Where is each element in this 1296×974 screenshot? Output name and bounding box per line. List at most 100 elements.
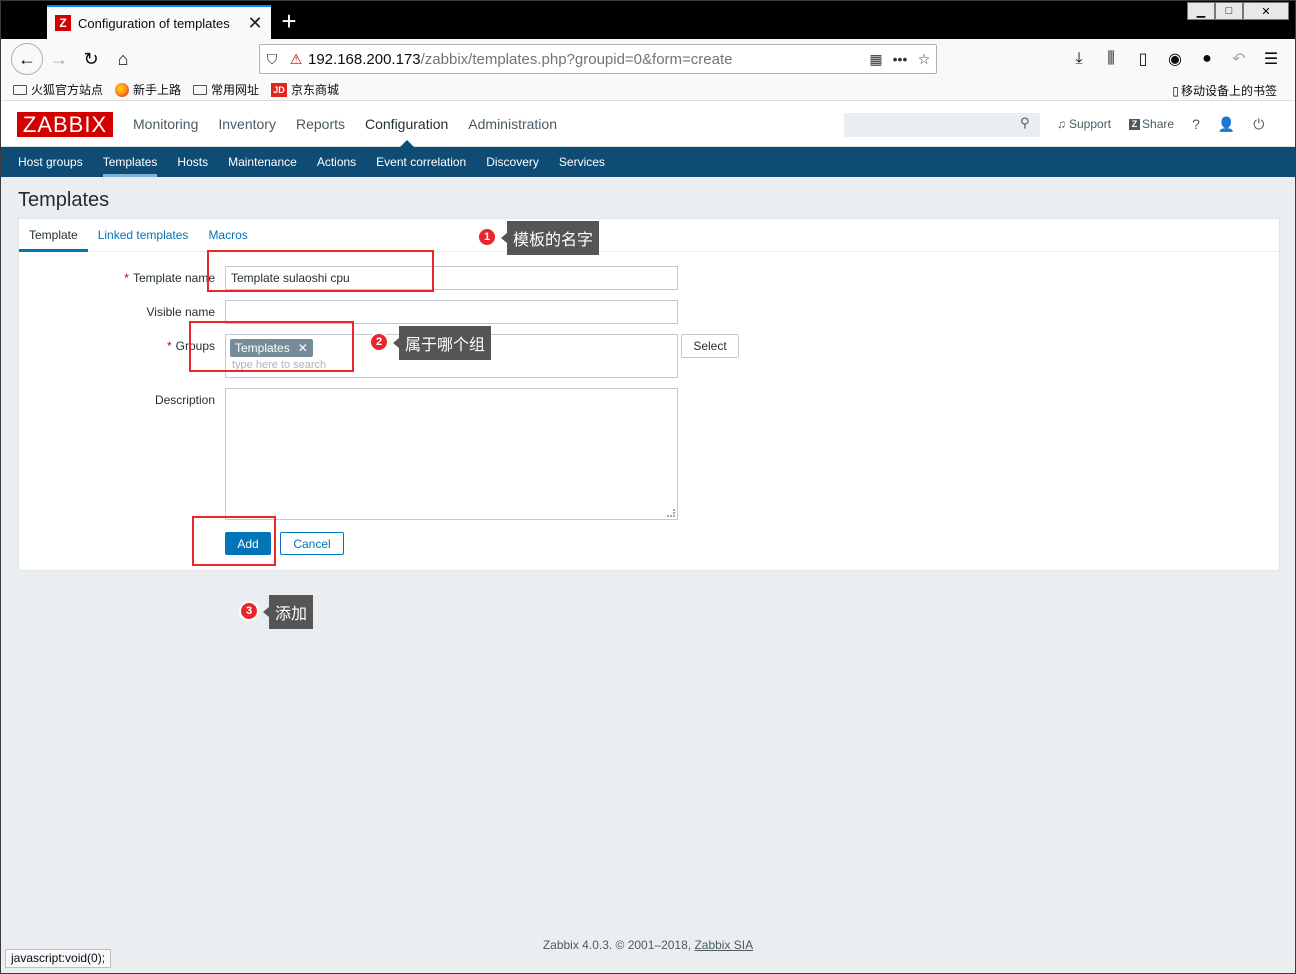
sub-menu-discovery[interactable]: Discovery	[476, 147, 549, 177]
url-host: 192.168.200.173	[308, 50, 421, 68]
support-link[interactable]: ♫ Support	[1057, 117, 1111, 131]
annotation-box-template-name	[207, 250, 434, 292]
shield-icon[interactable]: ⛉	[260, 51, 284, 68]
description-textarea[interactable]	[225, 388, 678, 520]
sub-menu-services[interactable]: Services	[549, 147, 615, 177]
select-groups-button[interactable]: Select	[681, 334, 739, 358]
bookmarks-toolbar: 火狐官方站点 新手上路 常用网址 JD 京东商城 ▯ 移动设备上的书签	[1, 79, 1295, 101]
folder-icon	[193, 84, 208, 95]
bookmark-item[interactable]: 常用网址	[193, 81, 259, 98]
toolbar-right: ⤓ ⫼ ▯ ◉ ● ↶ ☰	[1063, 43, 1287, 75]
share-link[interactable]: Z Share	[1129, 117, 1174, 131]
zabbix-logo[interactable]: ZABBIX	[17, 112, 113, 137]
tab-close-icon[interactable]: ✕	[247, 14, 263, 32]
template-name-label-text: Template name	[132, 271, 215, 285]
jd-logo-icon: JD	[271, 82, 288, 97]
page-actions-ellipsis-icon[interactable]: •••	[888, 51, 912, 67]
bookmark-item[interactable]: 新手上路	[115, 81, 181, 98]
undo-icon[interactable]: ↶	[1223, 43, 1255, 75]
sub-menu-hosts[interactable]: Hosts	[167, 147, 218, 177]
template-name-label: * Template name	[124, 271, 215, 285]
annotation-number: 3	[239, 601, 259, 621]
annotation-box-add	[192, 516, 276, 566]
user-profile-icon[interactable]: 👤	[1218, 116, 1235, 133]
tab-linked-templates[interactable]: Linked templates	[88, 219, 199, 251]
configuration-sub-menu: Host groups Templates Hosts Maintenance …	[1, 147, 1295, 177]
cancel-button[interactable]: Cancel	[280, 532, 344, 555]
annotation-label: 模板的名字	[500, 221, 600, 255]
bookmark-label: 新手上路	[133, 83, 182, 97]
form-tabs: Template Linked templates Macros	[19, 219, 1279, 252]
window-close-icon[interactable]: ✕	[1243, 2, 1289, 20]
zabbix-favicon-icon: Z	[55, 15, 71, 31]
new-tab-plus-icon[interactable]: +	[277, 7, 301, 35]
page-footer: Zabbix 4.0.3. © 2001–2018, Zabbix SIA	[1, 938, 1295, 952]
support-label: Support	[1069, 117, 1112, 131]
browser-titlebar: Z Configuration of templates ✕ + ▁ □ ✕	[1, 1, 1295, 39]
mobile-phone-icon: ▯	[1172, 83, 1179, 98]
annotation-box-groups	[189, 321, 354, 372]
description-label: Description	[154, 393, 215, 407]
reload-icon[interactable]: ↻	[75, 43, 107, 75]
annotation-number: 1	[477, 227, 497, 247]
mobile-bookmarks-label: 移动设备上的书签	[1180, 84, 1277, 98]
chat-bubble-icon[interactable]: ●	[1191, 43, 1223, 75]
share-icon: Z	[1129, 118, 1141, 130]
home-icon[interactable]: ⌂	[107, 43, 139, 75]
resize-grip-icon[interactable]	[667, 509, 675, 517]
bookmark-item[interactable]: JD 京东商城	[271, 81, 339, 98]
folder-icon	[13, 84, 27, 95]
tab-macros[interactable]: Macros	[198, 219, 257, 251]
footer-link[interactable]: Zabbix SIA	[694, 938, 753, 952]
browser-navbar: ← → ↻ ⌂ ⛉ ⚠ 192.168.200.173/zabbix/templ…	[1, 39, 1295, 79]
main-menu: Monitoring Inventory Reports Configurati…	[123, 101, 567, 147]
sub-menu-event-correlation[interactable]: Event correlation	[366, 147, 476, 177]
url-path: /zabbix/templates.php?groupid=0&form=cre…	[420, 50, 733, 68]
download-icon[interactable]: ⤓	[1063, 43, 1095, 75]
mobile-bookmarks[interactable]: ▯ 移动设备上的书签	[1172, 82, 1277, 99]
url-bar[interactable]: ⛉ ⚠ 192.168.200.173/zabbix/templates.php…	[259, 44, 937, 74]
headset-icon: ♫	[1057, 117, 1066, 131]
search-icon[interactable]: ⚲	[1020, 115, 1030, 131]
global-search-input[interactable]	[844, 113, 1040, 137]
annotation-label: 添加	[262, 595, 314, 629]
insecure-lock-icon[interactable]: ⚠	[284, 51, 308, 68]
window-controls: ▁ □ ✕	[1187, 2, 1289, 22]
sub-menu-templates[interactable]: Templates	[93, 147, 168, 177]
sub-menu-actions[interactable]: Actions	[307, 147, 366, 177]
bookmark-label: 火狐官方站点	[31, 83, 104, 97]
firefox-icon	[115, 82, 130, 97]
browser-window: Z Configuration of templates ✕ + ▁ □ ✕ ←…	[0, 0, 1296, 974]
forward-arrow-icon[interactable]: →	[43, 43, 75, 75]
main-menu-administration[interactable]: Administration	[458, 101, 567, 147]
main-menu-configuration[interactable]: Configuration	[355, 101, 458, 147]
sign-out-power-icon[interactable]: ⏻	[1253, 116, 1264, 133]
sidebar-icon[interactable]: ▯	[1127, 43, 1159, 75]
page-title: Templates	[18, 189, 110, 211]
minimize-icon[interactable]: ▁	[1187, 2, 1215, 20]
bookmark-star-icon[interactable]: ☆	[912, 51, 936, 68]
back-arrow-icon[interactable]: ←	[11, 43, 43, 75]
main-menu-monitoring[interactable]: Monitoring	[123, 101, 208, 147]
footer-text: Zabbix 4.0.3. © 2001–2018,	[542, 938, 695, 952]
main-menu-reports[interactable]: Reports	[286, 101, 355, 147]
zabbix-header: ZABBIX Monitoring Inventory Reports Conf…	[1, 101, 1295, 147]
maximize-icon[interactable]: □	[1215, 2, 1243, 20]
browser-status-bar: javascript:void(0);	[5, 949, 112, 968]
sub-menu-host-groups[interactable]: Host groups	[8, 147, 93, 177]
annotation-label: 属于哪个组	[392, 326, 492, 360]
hamburger-menu-icon[interactable]: ☰	[1255, 43, 1287, 75]
required-asterisk: *	[124, 271, 129, 285]
header-right-links: ♫ Support Z Share ? 👤 ⏻	[1057, 101, 1264, 147]
main-menu-inventory[interactable]: Inventory	[208, 101, 286, 147]
sub-menu-maintenance[interactable]: Maintenance	[218, 147, 307, 177]
browser-tab[interactable]: Z Configuration of templates ✕	[47, 5, 271, 39]
tab-template[interactable]: Template	[19, 219, 88, 252]
library-icon[interactable]: ⫼	[1095, 43, 1127, 75]
qr-code-icon[interactable]: ▦	[864, 51, 888, 68]
tab-title: Configuration of templates	[78, 15, 230, 31]
help-link[interactable]: ?	[1192, 116, 1200, 132]
bookmark-item[interactable]: 火狐官方站点	[13, 81, 103, 98]
account-icon[interactable]: ◉	[1159, 43, 1191, 75]
share-label: Share	[1142, 117, 1175, 131]
